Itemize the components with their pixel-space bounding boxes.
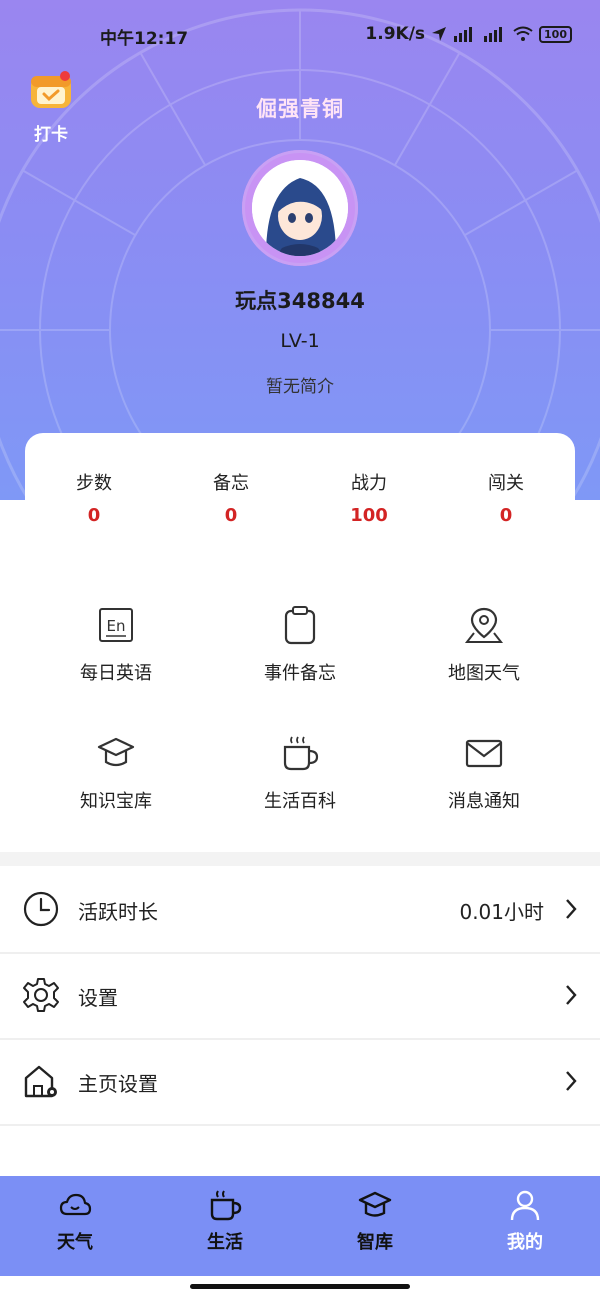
user-level: LV-1 — [280, 330, 320, 352]
avatar[interactable] — [242, 150, 358, 266]
user-nickname: 玩点348844 — [235, 289, 365, 313]
home-indicator-bar[interactable] — [190, 1284, 410, 1289]
row-value: 0.01小时 — [459, 900, 544, 924]
feature-label: 每日英语 — [80, 663, 152, 684]
feature-knowledge[interactable]: 知识宝库 — [16, 733, 216, 813]
stat-label: 步数 — [76, 473, 112, 494]
tab-life[interactable]: 生活 — [150, 1188, 300, 1254]
stat-value: 0 — [87, 505, 101, 526]
row-label: 主页设置 — [78, 1072, 158, 1096]
tab-think-tank[interactable]: 智库 — [300, 1188, 450, 1254]
feature-event-memo[interactable]: 事件备忘 — [200, 605, 400, 685]
feature-life-wiki[interactable]: 生活百科 — [200, 733, 400, 813]
wifi-icon — [513, 26, 533, 41]
person-icon — [510, 1190, 540, 1221]
tab-label: 我的 — [507, 1232, 543, 1253]
feature-label: 消息通知 — [448, 791, 520, 812]
section-divider — [0, 852, 600, 866]
status-indicators: 1.9K/s 100 — [365, 24, 572, 44]
feature-notifications[interactable]: 消息通知 — [384, 733, 584, 813]
tab-label: 智库 — [357, 1232, 393, 1253]
svg-text:En: En — [107, 617, 126, 635]
graduation-cap-icon — [97, 737, 135, 767]
graduation-cap-icon — [358, 1191, 392, 1217]
stat-memo[interactable]: 备忘 0 — [176, 469, 286, 526]
tab-label: 天气 — [57, 1232, 93, 1253]
english-icon: En — [99, 608, 133, 642]
stat-label: 备忘 — [213, 473, 249, 494]
rank-title: 倔强青铜 — [256, 97, 344, 121]
coffee-cup-icon — [210, 1190, 242, 1221]
chevron-right-icon — [566, 985, 577, 1005]
chevron-right-icon — [566, 1071, 577, 1091]
row-active-duration[interactable]: 活跃时长 0.01小时 — [0, 868, 600, 954]
home-settings-icon — [24, 1065, 57, 1098]
map-pin-icon — [464, 607, 504, 643]
stat-value: 0 — [499, 505, 513, 526]
tab-mine[interactable]: 我的 — [450, 1188, 600, 1254]
stat-value: 0 — [224, 505, 238, 526]
network-speed: 1.9K/s — [365, 24, 426, 44]
row-label: 设置 — [78, 986, 118, 1010]
feature-map-weather[interactable]: 地图天气 — [384, 605, 584, 685]
clock-icon — [23, 891, 59, 927]
home-indicator — [0, 1276, 600, 1301]
location-arrow-icon — [432, 27, 447, 41]
cloud-icon — [59, 1193, 92, 1216]
row-home-settings[interactable]: 主页设置 — [0, 1040, 600, 1126]
gear-icon — [23, 978, 59, 1012]
bottom-tab-bar: 天气 生活 智库 我的 — [0, 1176, 600, 1276]
stat-value: 100 — [350, 505, 388, 526]
clipboard-icon — [284, 606, 316, 645]
row-settings[interactable]: 设置 — [0, 954, 600, 1040]
chevron-right-icon — [566, 899, 577, 919]
feature-label: 地图天气 — [448, 663, 520, 684]
mail-icon — [465, 739, 503, 768]
row-label: 活跃时长 — [78, 900, 158, 924]
signal-icon — [454, 27, 473, 42]
tab-weather[interactable]: 天气 — [0, 1188, 150, 1254]
signal-icon-2 — [484, 27, 503, 42]
coffee-cup-icon — [283, 736, 319, 771]
feature-label: 生活百科 — [264, 791, 336, 812]
checkin-label: 打卡 — [34, 125, 68, 145]
battery-icon: 100 — [539, 25, 572, 43]
stats-card: 步数 0 备忘 0 战力 100 闯关 0 — [25, 433, 575, 543]
stat-power[interactable]: 战力 100 — [314, 469, 424, 526]
status-time: 中午12:17 — [100, 29, 189, 49]
feature-daily-english[interactable]: En 每日英语 — [16, 605, 216, 685]
avatar-illustration — [252, 160, 348, 256]
feature-label: 知识宝库 — [80, 791, 152, 812]
stat-levels[interactable]: 闯关 0 — [451, 469, 561, 526]
feature-label: 事件备忘 — [264, 663, 336, 684]
tab-label: 生活 — [207, 1232, 243, 1253]
stat-label: 闯关 — [488, 473, 524, 494]
user-intro[interactable]: 暂无简介 — [0, 372, 600, 397]
stat-label: 战力 — [351, 473, 387, 494]
avatar-image — [252, 160, 348, 256]
stat-steps[interactable]: 步数 0 — [39, 469, 149, 526]
status-bar: 中午12:17 1.9K/s 100 — [0, 18, 600, 52]
